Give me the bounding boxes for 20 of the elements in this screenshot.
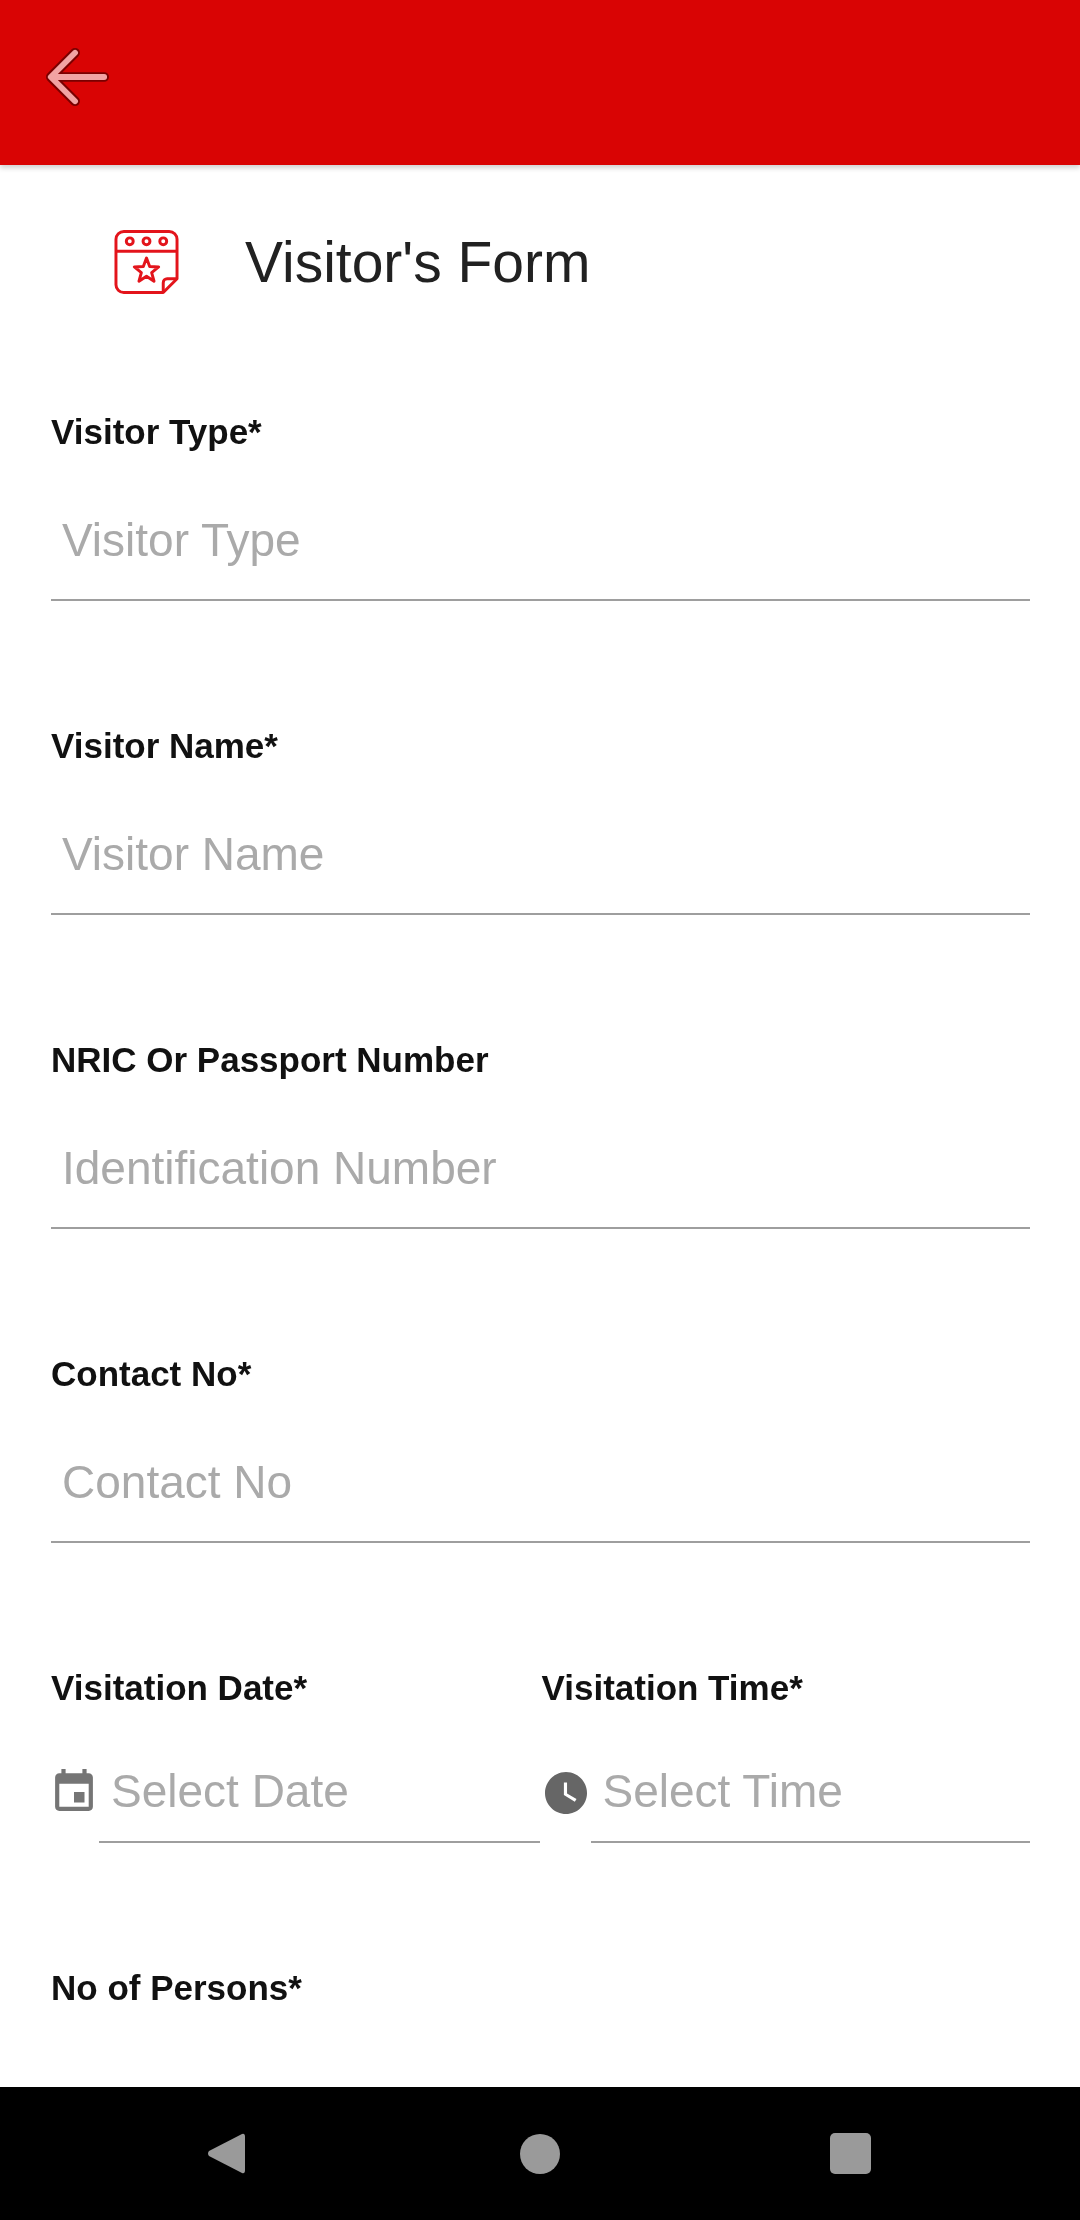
input-field[interactable]: Identification Number [51,1120,1030,1229]
form-title: Visitor's Form [245,229,591,295]
time-field[interactable]: Select Time [590,1743,1030,1843]
field-label: No of Persons* [51,1967,302,2009]
home-icon[interactable] [520,2133,560,2174]
field-label: Visitation Time* [541,1667,803,1709]
field-label: Visitor Type* [51,411,262,453]
calendar-star-icon [114,229,179,295]
input-field[interactable]: Visitor Type [51,492,1030,601]
back-icon[interactable] [207,2132,245,2175]
field-label: Contact No* [51,1353,252,1395]
date-field[interactable]: Select Date [99,1743,540,1843]
input-field[interactable]: Visitor Name [51,806,1030,915]
field-label: Visitation Date* [51,1667,308,1709]
back-arrow-icon[interactable] [45,47,109,107]
clock-icon [544,1772,587,1814]
input-field[interactable]: Contact No [51,1434,1030,1543]
calendar-icon [55,1769,93,1811]
field-label: Visitor Name* [51,725,278,767]
field-label: NRIC Or Passport Number [51,1039,489,1081]
